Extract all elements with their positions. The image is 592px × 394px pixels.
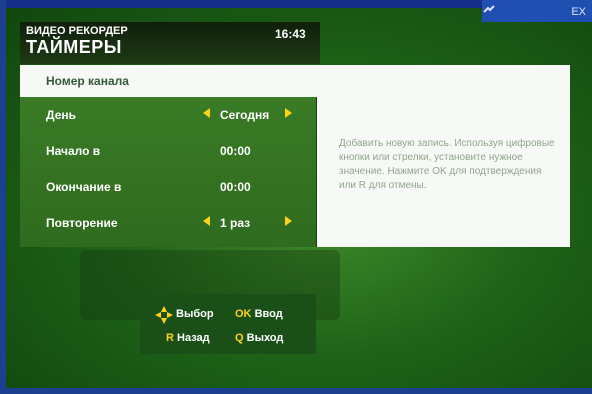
channel-number-row[interactable]: Номер канала — [20, 65, 570, 97]
header-subtitle: ВИДЕО РЕКОРДЕР — [26, 25, 128, 37]
repeat-right-arrow-icon[interactable] — [285, 216, 292, 226]
back-key: R Назад — [166, 332, 210, 344]
repeat-left-arrow-icon[interactable] — [203, 216, 210, 226]
start-label: Начало в — [46, 144, 101, 158]
left-frame — [0, 0, 6, 394]
day-label: День — [46, 108, 76, 122]
row-start[interactable]: Начало в 00:00 — [20, 133, 316, 169]
start-value: 00:00 — [220, 144, 251, 158]
bottom-frame — [0, 388, 592, 394]
navigation-keys-icon — [155, 306, 173, 324]
top-right-text: EX — [571, 6, 586, 18]
repeat-value: 1 раз — [220, 216, 251, 230]
page-title: ТАЙМЕРЫ — [26, 37, 122, 57]
day-left-arrow-icon[interactable] — [203, 108, 210, 118]
enter-key-label: Ввод — [254, 308, 283, 320]
help-panel: Добавить новую запись. Используя цифровы… — [317, 97, 570, 247]
key-legend: Выбор OK Ввод R Назад Q Выход — [140, 294, 316, 354]
channel-number-label: Номер канала — [46, 74, 129, 88]
settings-list: День Сегодня Начало в 00:00 Окончание в … — [20, 97, 317, 247]
timer-dialog: ВИДЕО РЕКОРДЕР ТАЙМЕРЫ 16:43 Номер канал… — [20, 22, 570, 248]
day-right-arrow-icon[interactable] — [285, 108, 292, 118]
select-key-label: Выбор — [176, 308, 214, 320]
dialog-header: ВИДЕО РЕКОРДЕР ТАЙМЕРЫ 16:43 — [20, 22, 320, 64]
end-value: 00:00 — [220, 180, 251, 194]
row-end[interactable]: Окончание в 00:00 — [20, 169, 316, 205]
back-key-symbol: R — [166, 332, 174, 344]
back-key-label: Назад — [177, 332, 210, 344]
top-right-status: EX — [482, 0, 592, 22]
exit-key: Q Выход — [235, 332, 283, 344]
row-repeat[interactable]: Повторение 1 раз — [20, 205, 316, 241]
enter-key: OK Ввод — [235, 308, 283, 320]
repeat-label: Повторение — [46, 216, 118, 230]
ok-key-symbol: OK — [235, 308, 252, 320]
exit-key-symbol: Q — [235, 332, 244, 344]
help-text: Добавить новую запись. Используя цифровы… — [339, 138, 555, 191]
exit-key-label: Выход — [246, 332, 284, 344]
clock: 16:43 — [275, 27, 306, 41]
row-day[interactable]: День Сегодня — [20, 97, 316, 133]
end-label: Окончание в — [46, 180, 122, 194]
select-key: Выбор — [176, 308, 214, 320]
day-value: Сегодня — [220, 108, 270, 122]
settings-icon — [483, 5, 495, 13]
